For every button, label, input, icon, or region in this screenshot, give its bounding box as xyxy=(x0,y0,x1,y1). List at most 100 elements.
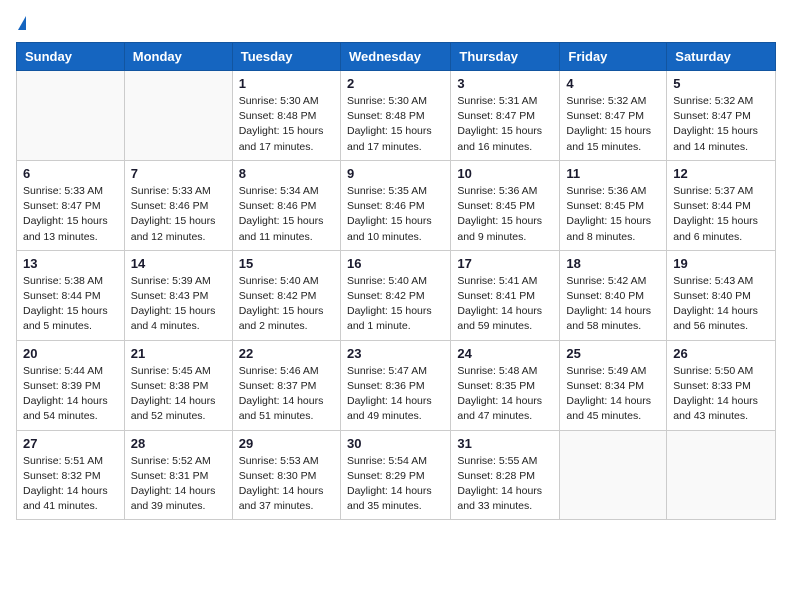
calendar-cell: 23 Sunrise: 5:47 AM Sunset: 8:36 PM Dayli… xyxy=(340,340,450,430)
day-number: 24 xyxy=(457,346,553,361)
day-info: Sunrise: 5:33 AM Sunset: 8:46 PM Dayligh… xyxy=(131,184,226,245)
calendar-cell xyxy=(17,71,125,161)
day-number: 1 xyxy=(239,76,334,91)
day-number: 14 xyxy=(131,256,226,271)
day-number: 29 xyxy=(239,436,334,451)
calendar-cell: 16 Sunrise: 5:40 AM Sunset: 8:42 PM Dayli… xyxy=(340,250,450,340)
day-number: 30 xyxy=(347,436,444,451)
calendar-table: Sunday Monday Tuesday Wednesday Thursday… xyxy=(16,42,776,520)
calendar-cell: 10 Sunrise: 5:36 AM Sunset: 8:45 PM Dayli… xyxy=(451,160,560,250)
day-info: Sunrise: 5:49 AM Sunset: 8:34 PM Dayligh… xyxy=(566,364,660,425)
calendar-cell: 8Sunrise: 5:34 AM Sunset: 8:46 PM Daylig… xyxy=(232,160,340,250)
day-number: 17 xyxy=(457,256,553,271)
day-info: Sunrise: 5:35 AM Sunset: 8:46 PM Dayligh… xyxy=(347,184,444,245)
day-number: 2 xyxy=(347,76,444,91)
day-info: Sunrise: 5:33 AM Sunset: 8:47 PM Dayligh… xyxy=(23,184,118,245)
day-info: Sunrise: 5:51 AM Sunset: 8:32 PM Dayligh… xyxy=(23,454,118,515)
day-number: 16 xyxy=(347,256,444,271)
logo-triangle-icon xyxy=(18,16,26,30)
day-info: Sunrise: 5:36 AM Sunset: 8:45 PM Dayligh… xyxy=(457,184,553,245)
day-info: Sunrise: 5:42 AM Sunset: 8:40 PM Dayligh… xyxy=(566,274,660,335)
day-info: Sunrise: 5:32 AM Sunset: 8:47 PM Dayligh… xyxy=(566,94,660,155)
day-info: Sunrise: 5:36 AM Sunset: 8:45 PM Dayligh… xyxy=(566,184,660,245)
day-info: Sunrise: 5:30 AM Sunset: 8:48 PM Dayligh… xyxy=(347,94,444,155)
calendar-cell xyxy=(560,430,667,520)
calendar-cell: 14Sunrise: 5:39 AM Sunset: 8:43 PM Dayli… xyxy=(124,250,232,340)
day-number: 20 xyxy=(23,346,118,361)
calendar-cell: 1Sunrise: 5:30 AM Sunset: 8:48 PM Daylig… xyxy=(232,71,340,161)
day-number: 4 xyxy=(566,76,660,91)
calendar-cell: 12 Sunrise: 5:37 AM Sunset: 8:44 PM Dayli… xyxy=(667,160,776,250)
col-thursday: Thursday xyxy=(451,43,560,71)
day-number: 10 xyxy=(457,166,553,181)
calendar-cell: 11 Sunrise: 5:36 AM Sunset: 8:45 PM Dayli… xyxy=(560,160,667,250)
col-tuesday: Tuesday xyxy=(232,43,340,71)
calendar-cell: 24 Sunrise: 5:48 AM Sunset: 8:35 PM Dayli… xyxy=(451,340,560,430)
col-monday: Monday xyxy=(124,43,232,71)
day-info: Sunrise: 5:32 AM Sunset: 8:47 PM Dayligh… xyxy=(673,94,769,155)
week-row-2: 6 Sunrise: 5:33 AM Sunset: 8:47 PM Daylig… xyxy=(17,160,776,250)
col-saturday: Saturday xyxy=(667,43,776,71)
calendar-cell: 28Sunrise: 5:52 AM Sunset: 8:31 PM Dayli… xyxy=(124,430,232,520)
day-number: 6 xyxy=(23,166,118,181)
day-info: Sunrise: 5:55 AM Sunset: 8:28 PM Dayligh… xyxy=(457,454,553,515)
day-number: 11 xyxy=(566,166,660,181)
day-info: Sunrise: 5:34 AM Sunset: 8:46 PM Dayligh… xyxy=(239,184,334,245)
calendar-cell: 5 Sunrise: 5:32 AM Sunset: 8:47 PM Daylig… xyxy=(667,71,776,161)
day-info: Sunrise: 5:45 AM Sunset: 8:38 PM Dayligh… xyxy=(131,364,226,425)
day-info: Sunrise: 5:53 AM Sunset: 8:30 PM Dayligh… xyxy=(239,454,334,515)
day-info: Sunrise: 5:46 AM Sunset: 8:37 PM Dayligh… xyxy=(239,364,334,425)
day-number: 25 xyxy=(566,346,660,361)
calendar-cell: 22Sunrise: 5:46 AM Sunset: 8:37 PM Dayli… xyxy=(232,340,340,430)
calendar-cell xyxy=(124,71,232,161)
logo xyxy=(16,16,26,30)
day-number: 15 xyxy=(239,256,334,271)
day-number: 31 xyxy=(457,436,553,451)
calendar-cell: 7 Sunrise: 5:33 AM Sunset: 8:46 PM Daylig… xyxy=(124,160,232,250)
day-info: Sunrise: 5:52 AM Sunset: 8:31 PM Dayligh… xyxy=(131,454,226,515)
day-number: 3 xyxy=(457,76,553,91)
day-info: Sunrise: 5:44 AM Sunset: 8:39 PM Dayligh… xyxy=(23,364,118,425)
day-info: Sunrise: 5:50 AM Sunset: 8:33 PM Dayligh… xyxy=(673,364,769,425)
day-number: 21 xyxy=(131,346,226,361)
day-info: Sunrise: 5:40 AM Sunset: 8:42 PM Dayligh… xyxy=(347,274,444,335)
day-number: 19 xyxy=(673,256,769,271)
day-number: 27 xyxy=(23,436,118,451)
calendar-cell: 13Sunrise: 5:38 AM Sunset: 8:44 PM Dayli… xyxy=(17,250,125,340)
calendar-cell: 20 Sunrise: 5:44 AM Sunset: 8:39 PM Dayli… xyxy=(17,340,125,430)
day-number: 7 xyxy=(131,166,226,181)
calendar-cell: 9 Sunrise: 5:35 AM Sunset: 8:46 PM Daylig… xyxy=(340,160,450,250)
calendar-cell: 19Sunrise: 5:43 AM Sunset: 8:40 PM Dayli… xyxy=(667,250,776,340)
day-info: Sunrise: 5:41 AM Sunset: 8:41 PM Dayligh… xyxy=(457,274,553,335)
col-wednesday: Wednesday xyxy=(340,43,450,71)
calendar-cell: 29 Sunrise: 5:53 AM Sunset: 8:30 PM Dayli… xyxy=(232,430,340,520)
week-row-3: 13Sunrise: 5:38 AM Sunset: 8:44 PM Dayli… xyxy=(17,250,776,340)
calendar-cell: 27 Sunrise: 5:51 AM Sunset: 8:32 PM Dayli… xyxy=(17,430,125,520)
calendar-cell: 26 Sunrise: 5:50 AM Sunset: 8:33 PM Dayli… xyxy=(667,340,776,430)
calendar-cell: 6 Sunrise: 5:33 AM Sunset: 8:47 PM Daylig… xyxy=(17,160,125,250)
calendar-cell: 4 Sunrise: 5:32 AM Sunset: 8:47 PM Daylig… xyxy=(560,71,667,161)
day-number: 5 xyxy=(673,76,769,91)
calendar-cell: 25 Sunrise: 5:49 AM Sunset: 8:34 PM Dayli… xyxy=(560,340,667,430)
day-info: Sunrise: 5:37 AM Sunset: 8:44 PM Dayligh… xyxy=(673,184,769,245)
calendar-cell: 30Sunrise: 5:54 AM Sunset: 8:29 PM Dayli… xyxy=(340,430,450,520)
week-row-1: 1 Sunrise: 5:30 AM Sunset: 8:48 PM Daylig… xyxy=(17,71,776,161)
calendar-header-row: Sunday Monday Tuesday Wednesday Thursday… xyxy=(17,43,776,71)
calendar-cell: 2 Sunrise: 5:30 AM Sunset: 8:48 PM Daylig… xyxy=(340,71,450,161)
calendar-cell: 17 Sunrise: 5:41 AM Sunset: 8:41 PM Dayli… xyxy=(451,250,560,340)
day-number: 18 xyxy=(566,256,660,271)
calendar-cell: 31 Sunrise: 5:55 AM Sunset: 8:28 PM Dayli… xyxy=(451,430,560,520)
day-number: 13 xyxy=(23,256,118,271)
calendar-cell: 18 Sunrise: 5:42 AM Sunset: 8:40 PM Dayli… xyxy=(560,250,667,340)
day-number: 12 xyxy=(673,166,769,181)
day-number: 9 xyxy=(347,166,444,181)
page-header xyxy=(16,16,776,30)
calendar-cell: 15 Sunrise: 5:40 AM Sunset: 8:42 PM Dayli… xyxy=(232,250,340,340)
day-info: Sunrise: 5:48 AM Sunset: 8:35 PM Dayligh… xyxy=(457,364,553,425)
day-number: 26 xyxy=(673,346,769,361)
day-number: 23 xyxy=(347,346,444,361)
day-info: Sunrise: 5:47 AM Sunset: 8:36 PM Dayligh… xyxy=(347,364,444,425)
calendar-cell: 3Sunrise: 5:31 AM Sunset: 8:47 PM Daylig… xyxy=(451,71,560,161)
col-sunday: Sunday xyxy=(17,43,125,71)
day-info: Sunrise: 5:40 AM Sunset: 8:42 PM Dayligh… xyxy=(239,274,334,335)
